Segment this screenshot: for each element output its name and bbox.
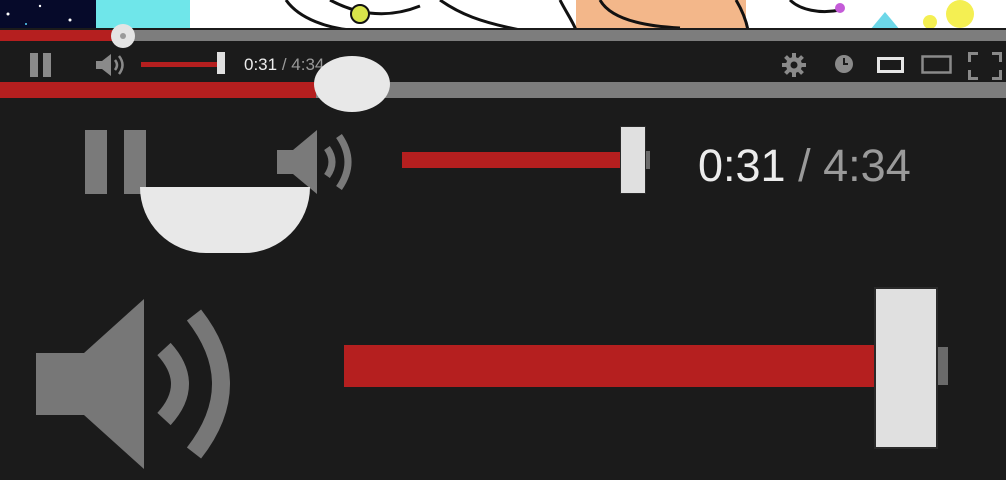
volume-slider-zoom[interactable] xyxy=(402,126,654,196)
theater-mode-icon[interactable] xyxy=(921,55,952,74)
time-separator-zoom: / xyxy=(798,140,811,191)
current-time: 0:31 xyxy=(244,55,278,74)
pause-icon-zoom[interactable] xyxy=(84,130,148,194)
progress-track xyxy=(0,30,1006,41)
time-display-zoom: 0:31 / 4:34 xyxy=(698,140,911,192)
time-separator: / xyxy=(281,55,287,74)
fullscreen-icon[interactable] xyxy=(968,52,1002,80)
small-player-icon[interactable] xyxy=(877,57,904,73)
player-controls-small: 0:31 / 4:34 xyxy=(0,24,1006,85)
volume-handle-large[interactable] xyxy=(874,287,938,449)
progress-scrubber-zoom[interactable] xyxy=(314,56,390,112)
progress-scrubber[interactable] xyxy=(111,24,135,48)
duration-zoom: 4:34 xyxy=(823,140,911,191)
progress-bar[interactable] xyxy=(0,24,1006,48)
clock-icon[interactable] xyxy=(834,54,854,74)
progress-scrubber-large[interactable] xyxy=(140,187,310,253)
volume-handle[interactable] xyxy=(217,52,225,74)
volume-icon[interactable] xyxy=(96,54,128,76)
volume-slider-large[interactable] xyxy=(344,287,954,449)
volume-slider[interactable] xyxy=(141,52,229,74)
gear-icon[interactable] xyxy=(782,53,806,77)
volume-handle-zoom[interactable] xyxy=(620,126,646,194)
volume-level-large xyxy=(344,345,884,387)
youtube-player-zoom: 0:31 / 4:34 0:31 / 4:34 xyxy=(0,0,1006,480)
progress-played-zoom xyxy=(0,82,316,98)
progress-bar-zoom[interactable] xyxy=(0,56,1006,112)
time-display: 0:31 / 4:34 xyxy=(244,55,324,75)
video-art-lines xyxy=(6,0,974,30)
current-time-zoom: 0:31 xyxy=(698,140,786,191)
progress-played xyxy=(0,30,117,41)
volume-icon-zoom[interactable] xyxy=(277,130,363,194)
volume-level xyxy=(141,62,221,67)
volume-level-zoom xyxy=(402,152,628,168)
video-frame[interactable] xyxy=(0,0,1006,30)
pause-icon[interactable] xyxy=(30,53,52,77)
player-controls-zoom-large xyxy=(0,187,1006,480)
volume-icon-large[interactable] xyxy=(36,299,248,469)
